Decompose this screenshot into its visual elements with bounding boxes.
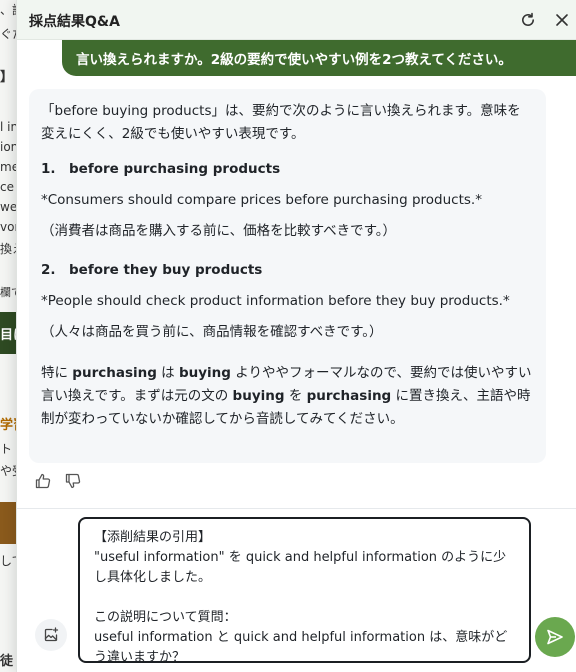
answer-item-heading: 1. before purchasing products (41, 158, 534, 181)
bg-text: 】 (0, 70, 14, 85)
answer-closing: 言い換えです。まずは元の文の buying を purchasing に置き換え… (41, 388, 531, 404)
reload-icon (522, 12, 534, 26)
assistant-answer: 「before buying products」は、要約で次のように言い換えられ… (29, 89, 546, 463)
bg-text: we (0, 200, 18, 214)
image-add-icon (44, 627, 59, 642)
reload-button[interactable] (516, 8, 540, 32)
feedback-row (35, 473, 81, 489)
answer-closing: 特に purchasing は buying よりややフォーマルなので、要約では… (41, 365, 532, 381)
bg-text: ト (0, 442, 13, 456)
attach-image-button[interactable] (35, 619, 67, 651)
question-input[interactable] (80, 519, 529, 661)
user-message-text: 言い換えられますか。2級の要約で使いやすい例を2つ教えてください。 (76, 52, 512, 68)
question-input-box[interactable] (78, 517, 531, 663)
answer-item-title: before purchasing products (69, 161, 281, 177)
answer-item-example: *People should check product information… (41, 293, 510, 309)
answer-item-example: *Consumers should compare prices before … (41, 192, 482, 208)
answer-item-heading: 2. before they buy products (41, 259, 534, 282)
panel-header: 採点結果Q&A (17, 0, 576, 40)
panel-title: 採点結果Q&A (29, 14, 120, 30)
close-button[interactable] (550, 8, 574, 32)
answer-intro-line: 「before buying products」は、要約で次のように言い換えられ… (41, 103, 521, 119)
bg-text: ce (0, 180, 14, 194)
close-icon (556, 14, 568, 26)
answer-item-number: 1. (41, 161, 56, 177)
qa-panel: 採点結果Q&A 言い換えられますか。2級の要約で使いやすい例を2つ教えてください… (16, 0, 576, 672)
send-button[interactable] (535, 617, 575, 657)
answer-closing: 制が変わっていないか確認してから音読してみてください。 (41, 411, 404, 427)
thumbs-down-icon[interactable] (65, 473, 81, 489)
bg-text: 徒 (0, 654, 14, 669)
user-message: 言い換えられますか。2級の要約で使いやすい例を2つ教えてください。 (62, 40, 576, 76)
thumbs-up-icon[interactable] (35, 473, 51, 489)
send-icon (547, 629, 563, 645)
answer-item-title: before they buy products (69, 262, 263, 278)
answer-item-number: 2. (41, 262, 56, 278)
answer-item-translation: （消費者は商品を購入する前に、価格を比較すべきです。） (41, 223, 397, 239)
answer-intro-line: 変えにくく、2級でも使いやすい表現です。 (41, 126, 305, 142)
answer-item-translation: （人々は商品を買う前に、商品情報を確認すべきです。） (41, 324, 383, 340)
composer-divider (17, 508, 576, 509)
